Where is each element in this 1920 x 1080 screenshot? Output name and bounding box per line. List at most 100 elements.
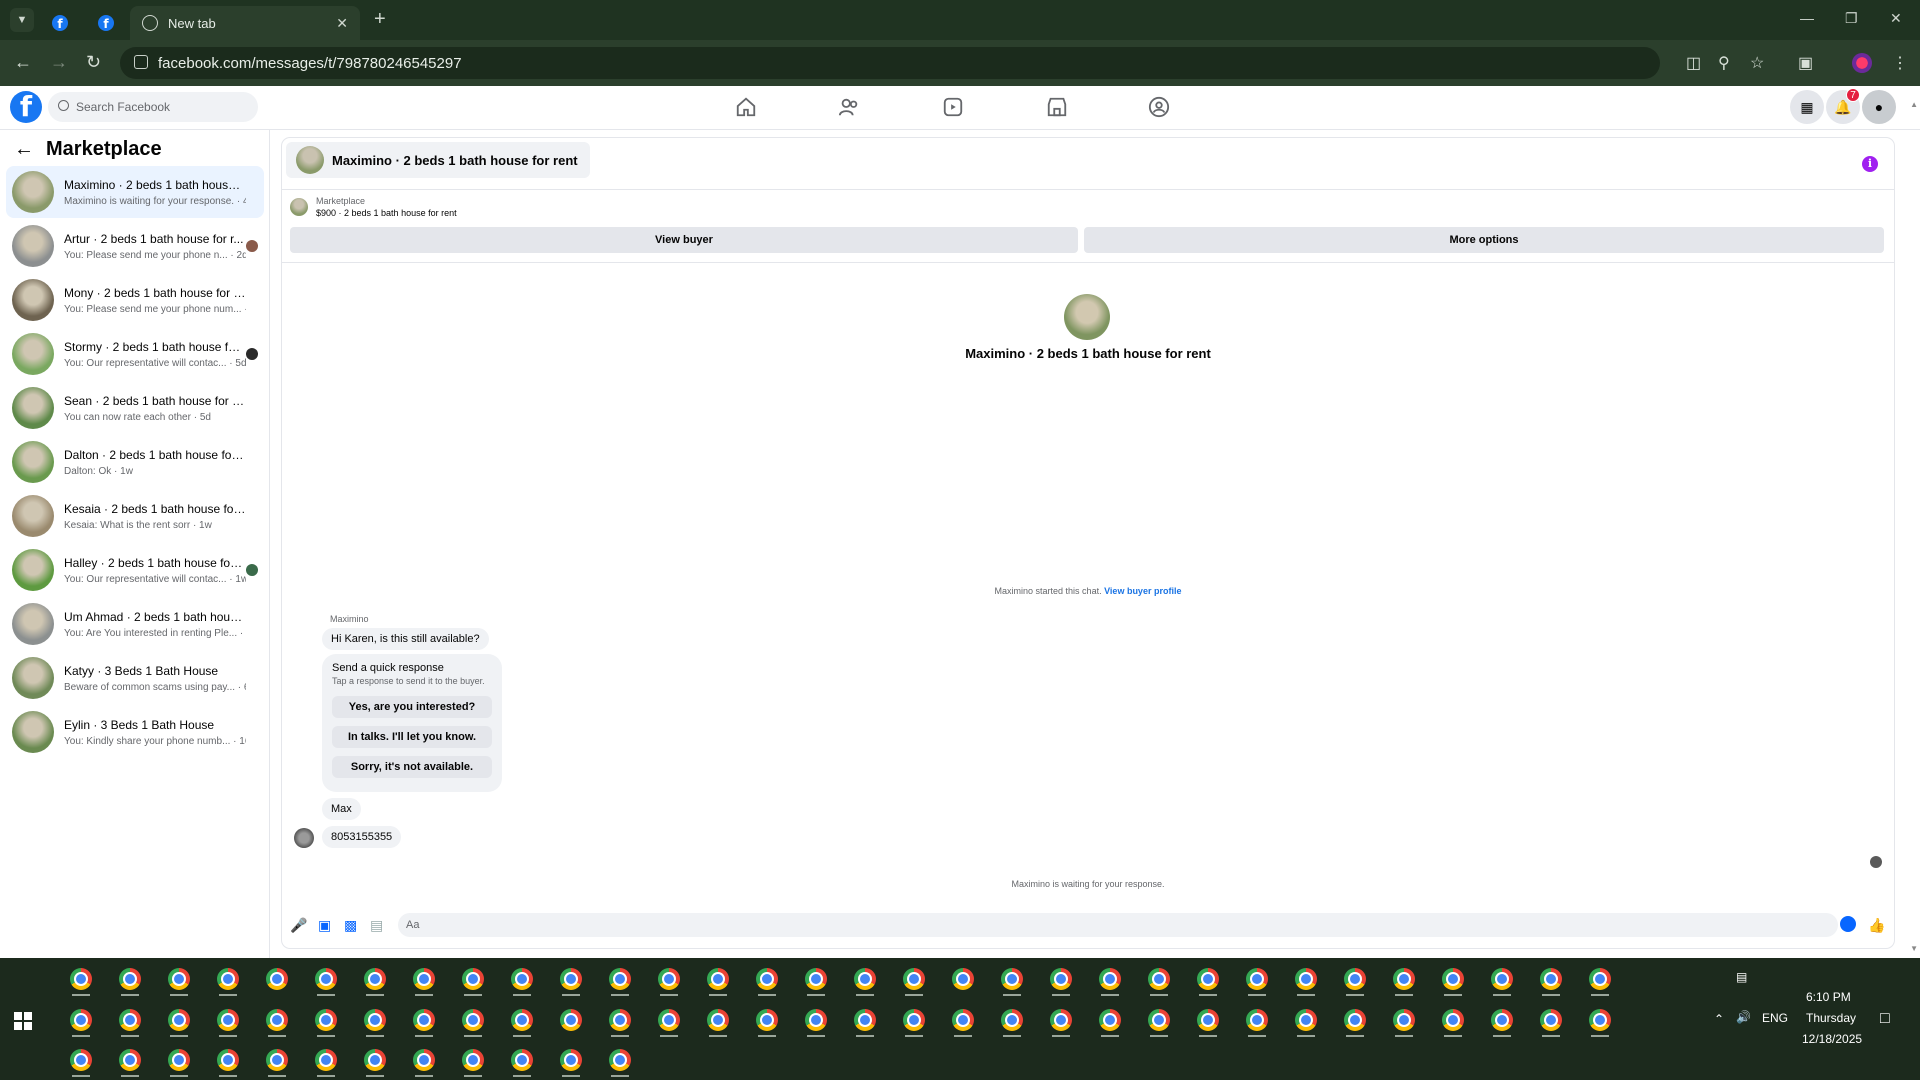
- taskbar-app-button[interactable]: [889, 1003, 938, 1037]
- taskbar-app-button[interactable]: [1183, 1003, 1232, 1037]
- conversation-item[interactable]: Maximino · 2 beds 1 bath house fo... Maxi…: [6, 166, 264, 218]
- windows-start-icon[interactable]: [14, 1012, 32, 1030]
- close-tab-icon[interactable]: ✕: [336, 15, 348, 32]
- taskbar-app-button[interactable]: [1085, 962, 1134, 996]
- tab-facebook-1[interactable]: f: [40, 6, 80, 40]
- taskbar-app-button[interactable]: [742, 962, 791, 996]
- chat-title-button[interactable]: Maximino · 2 beds 1 bath house for rent: [286, 142, 590, 178]
- taskbar-app-button[interactable]: [938, 962, 987, 996]
- facebook-search-input[interactable]: Search Facebook: [48, 92, 258, 122]
- clock-time[interactable]: 6:10 PM: [1806, 990, 1851, 1004]
- taskbar-app-button[interactable]: [203, 1043, 252, 1077]
- tab-search-dropdown[interactable]: ▼: [10, 8, 34, 32]
- microphone-icon[interactable]: 🎤: [290, 917, 307, 933]
- taskbar-app-button[interactable]: [1477, 962, 1526, 996]
- back-button[interactable]: ←: [14, 52, 32, 73]
- facebook-logo-icon[interactable]: f: [10, 91, 42, 123]
- taskbar-app-button[interactable]: [399, 962, 448, 996]
- more-options-button[interactable]: More options: [1084, 227, 1884, 253]
- taskbar-app-button[interactable]: [644, 962, 693, 996]
- taskbar-app-button[interactable]: [56, 1003, 105, 1037]
- taskbar-app-button[interactable]: [1428, 1003, 1477, 1037]
- menu-grid-button[interactable]: ▦: [1790, 90, 1824, 124]
- taskbar-app-button[interactable]: [350, 1003, 399, 1037]
- photo-icon[interactable]: ▣: [318, 917, 334, 933]
- conversation-item[interactable]: Artur · 2 beds 1 bath house for r... You:…: [6, 220, 264, 272]
- taskbar-app-button[interactable]: [840, 1003, 889, 1037]
- taskbar-app-button[interactable]: [889, 962, 938, 996]
- show-hidden-icons[interactable]: ⌃: [1714, 1012, 1724, 1026]
- taskbar-app-button[interactable]: [203, 1003, 252, 1037]
- taskbar-app-button[interactable]: [791, 1003, 840, 1037]
- taskbar-app-button[interactable]: [301, 1043, 350, 1077]
- taskbar-app-button[interactable]: [105, 1043, 154, 1077]
- taskbar-app-button[interactable]: [56, 962, 105, 996]
- taskbar-app-button[interactable]: [1330, 962, 1379, 996]
- taskbar-app-button[interactable]: [742, 1003, 791, 1037]
- conversation-item[interactable]: Katyy · 3 Beds 1 Bath House Beware of com…: [6, 652, 264, 704]
- tab-facebook-2[interactable]: f: [86, 6, 126, 40]
- taskbar-app-button[interactable]: [1134, 1003, 1183, 1037]
- taskbar-app-button[interactable]: [1036, 1003, 1085, 1037]
- taskbar-app-button[interactable]: [399, 1043, 448, 1077]
- quick-reply-yes-button[interactable]: Yes, are you interested?: [332, 696, 492, 718]
- tab-new-tab[interactable]: New tab ✕: [130, 6, 360, 40]
- taskbar-app-button[interactable]: [595, 1003, 644, 1037]
- taskbar-app-button[interactable]: [644, 1003, 693, 1037]
- conversation-item[interactable]: Eylin · 3 Beds 1 Bath House You: Kindly s…: [6, 706, 264, 758]
- taskbar-app-button[interactable]: [1477, 1003, 1526, 1037]
- emoji-icon[interactable]: [1840, 916, 1856, 932]
- conversation-item[interactable]: Um Ahmad · 2 beds 1 bath house f... You: …: [6, 598, 264, 650]
- taskbar-app-button[interactable]: [105, 1003, 154, 1037]
- listing-summary[interactable]: Marketplace $900 · 2 beds 1 bath house f…: [290, 196, 457, 218]
- taskbar-app-button[interactable]: [791, 962, 840, 996]
- taskbar-app-button[interactable]: [1330, 1003, 1379, 1037]
- taskbar-app-button[interactable]: [252, 962, 301, 996]
- taskbar-app-button[interactable]: [1036, 962, 1085, 996]
- quick-reply-not-available-button[interactable]: Sorry, it's not available.: [332, 756, 492, 778]
- taskbar-app-button[interactable]: [595, 1043, 644, 1077]
- conversation-item[interactable]: Mony · 2 beds 1 bath house for rent You: …: [6, 274, 264, 326]
- taskbar-app-button[interactable]: [448, 962, 497, 996]
- taskbar-app-button[interactable]: [497, 1043, 546, 1077]
- taskbar-app-button[interactable]: [1379, 1003, 1428, 1037]
- clock-day[interactable]: Thursday: [1806, 1011, 1856, 1025]
- conversation-item[interactable]: Dalton · 2 beds 1 bath house for rent Dal…: [6, 436, 264, 488]
- marketplace-icon[interactable]: [1046, 96, 1068, 118]
- taskbar-app-button[interactable]: [56, 1043, 105, 1077]
- action-center-icon[interactable]: ▤: [1736, 970, 1747, 984]
- taskbar-app-button[interactable]: [203, 962, 252, 996]
- taskbar-app-button[interactable]: [1428, 962, 1477, 996]
- taskbar-app-button[interactable]: [497, 1003, 546, 1037]
- info-icon[interactable]: i: [1862, 156, 1878, 172]
- taskbar-app-button[interactable]: [399, 1003, 448, 1037]
- zoom-icon[interactable]: ⚲: [1718, 53, 1730, 73]
- address-bar[interactable]: facebook.com/messages/t/798780246545297: [120, 47, 1660, 79]
- taskbar-app-button[interactable]: [105, 962, 154, 996]
- friends-icon[interactable]: [838, 96, 860, 118]
- taskbar-app-button[interactable]: [1134, 962, 1183, 996]
- taskbar-app-button[interactable]: [1575, 962, 1624, 996]
- taskbar-app-button[interactable]: [350, 1043, 399, 1077]
- extensions-icon[interactable]: ▣: [1798, 53, 1813, 73]
- gif-icon[interactable]: ▤: [370, 917, 386, 933]
- taskbar-app-button[interactable]: [252, 1003, 301, 1037]
- clock-date[interactable]: 12/18/2025: [1802, 1032, 1862, 1046]
- taskbar-app-button[interactable]: [1526, 1003, 1575, 1037]
- taskbar-app-button[interactable]: [1183, 962, 1232, 996]
- conversation-item[interactable]: Halley · 2 beds 1 bath house for ... You:…: [6, 544, 264, 596]
- taskbar-app-button[interactable]: [350, 962, 399, 996]
- taskbar-app-button[interactable]: [448, 1003, 497, 1037]
- like-thumb-icon[interactable]: 👍: [1868, 917, 1885, 933]
- taskbar-app-button[interactable]: [693, 1003, 742, 1037]
- install-app-icon[interactable]: ◫: [1686, 53, 1701, 73]
- close-window-button[interactable]: ✕: [1890, 10, 1902, 27]
- taskbar-app-button[interactable]: [1232, 1003, 1281, 1037]
- taskbar-app-button[interactable]: [1281, 962, 1330, 996]
- taskbar-app-button[interactable]: [497, 962, 546, 996]
- forward-button[interactable]: →: [50, 52, 68, 73]
- quick-reply-in-talks-button[interactable]: In talks. I'll let you know.: [332, 726, 492, 748]
- taskbar-app-button[interactable]: [546, 962, 595, 996]
- taskbar-app-button[interactable]: [154, 1003, 203, 1037]
- bookmark-star-icon[interactable]: ☆: [1750, 53, 1764, 73]
